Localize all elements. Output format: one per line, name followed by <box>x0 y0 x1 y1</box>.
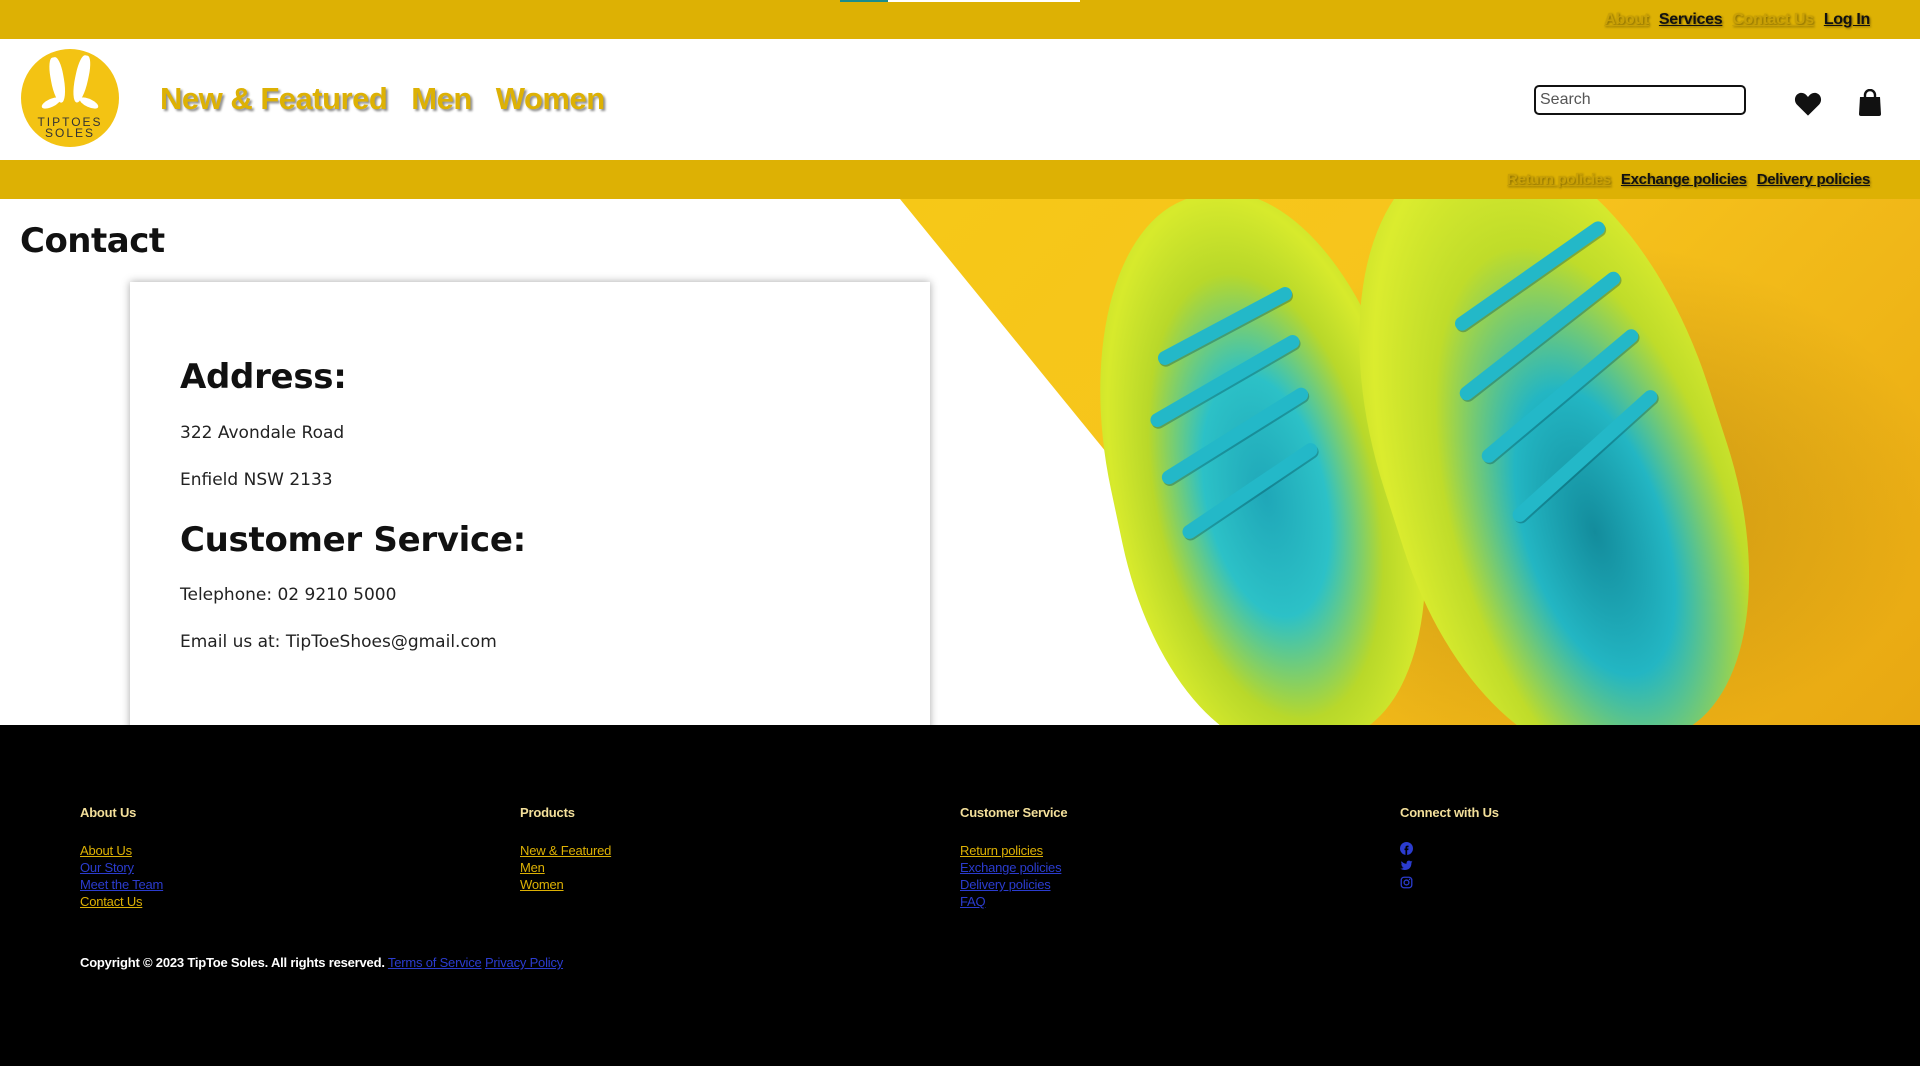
footer-link-contact-us[interactable]: Contact Us <box>80 893 163 910</box>
top-strip <box>840 0 1080 2</box>
privacy-policy-link[interactable]: Privacy Policy <box>485 955 563 970</box>
logo-foot-right <box>78 95 100 111</box>
login-link[interactable]: Log In <box>1824 11 1870 29</box>
footer-products-heading: Products <box>520 805 575 820</box>
footer-link-exchange[interactable]: Exchange policies <box>960 859 1067 876</box>
footer-link-delivery[interactable]: Delivery policies <box>960 876 1067 893</box>
site-footer: About Us About Us Our Story Meet the Tea… <box>0 725 1920 1066</box>
top-bar: About Services Contact Us Log In <box>0 0 1920 39</box>
facebook-icon[interactable] <box>1400 842 1413 855</box>
footer-link-new-featured[interactable]: New & Featured <box>520 842 611 859</box>
top-nav-about[interactable]: About <box>1604 11 1649 29</box>
site-header: TIPTOES SOLES New & Featured Men Women <box>0 39 1920 160</box>
page-title: Contact <box>20 221 165 261</box>
footer-service-column: Customer Service Return policies Exchang… <box>960 805 1068 910</box>
main-nav-men[interactable]: Men <box>411 81 472 117</box>
logo-text-line2: SOLES <box>44 126 96 140</box>
main-nav-women[interactable]: Women <box>496 81 605 117</box>
footer-about-column: About Us About Us Our Story Meet the Tea… <box>80 805 163 910</box>
footer-link-our-story[interactable]: Our Story <box>80 859 163 876</box>
address-line-1: 322 Avondale Road <box>180 423 345 443</box>
copyright-text: Copyright © 2023 TipToe Soles. All right… <box>80 955 385 970</box>
footer-about-heading: About Us <box>80 805 137 820</box>
footer-service-heading: Customer Service <box>960 805 1068 820</box>
policy-nav: Return policies Exchange policies Delive… <box>1507 171 1870 188</box>
footer-connect-heading: Connect with Us <box>1400 805 1499 820</box>
contact-card: Address: 322 Avondale Road Enfield NSW 2… <box>130 282 930 725</box>
copyright-line: Copyright © 2023 TipToe Soles. All right… <box>80 955 563 970</box>
main-nav-new-featured[interactable]: New & Featured <box>160 81 388 117</box>
customer-service-heading: Customer Service: <box>180 520 526 560</box>
top-strip-accent <box>840 0 888 2</box>
policy-exchange-link[interactable]: Exchange policies <box>1621 171 1747 188</box>
top-nav-services[interactable]: Services <box>1659 11 1723 29</box>
footer-link-faq[interactable]: FAQ <box>960 893 1067 910</box>
policy-delivery-link[interactable]: Delivery policies <box>1757 171 1871 188</box>
footer-link-women[interactable]: Women <box>520 876 611 893</box>
main-nav: New & Featured Men Women <box>160 81 605 117</box>
top-nav: About Services Contact Us Log In <box>1604 11 1870 29</box>
logo-foot-left <box>40 95 62 111</box>
policy-bar: Return policies Exchange policies Delive… <box>0 160 1920 199</box>
site-logo[interactable]: TIPTOES SOLES <box>21 49 119 147</box>
address-heading: Address: <box>180 357 347 397</box>
address-line-2: Enfield NSW 2133 <box>180 470 333 490</box>
email-text: Email us at: TipToeShoes@gmail.com <box>180 632 497 652</box>
policy-return-link[interactable]: Return policies <box>1507 171 1611 188</box>
twitter-icon[interactable] <box>1400 859 1413 872</box>
main-content: Contact Address: 322 Avondale Road Enfie… <box>0 199 1920 725</box>
footer-link-men[interactable]: Men <box>520 859 611 876</box>
footer-link-about-us[interactable]: About Us <box>80 842 163 859</box>
telephone-text: Telephone: 02 9210 5000 <box>180 585 397 605</box>
heart-icon[interactable] <box>1794 91 1822 117</box>
shopping-bag-icon[interactable] <box>1858 89 1882 116</box>
top-nav-contact[interactable]: Contact Us <box>1732 11 1814 29</box>
footer-products-column: Products New & Featured Men Women <box>520 805 611 893</box>
footer-connect-column: Connect with Us <box>1400 805 1499 893</box>
search-input[interactable] <box>1534 85 1746 115</box>
hero-image <box>900 199 1920 725</box>
terms-of-service-link[interactable]: Terms of Service <box>388 955 482 970</box>
footer-link-meet-team[interactable]: Meet the Team <box>80 876 163 893</box>
instagram-icon[interactable] <box>1400 876 1413 889</box>
footer-link-return[interactable]: Return policies <box>960 842 1067 859</box>
